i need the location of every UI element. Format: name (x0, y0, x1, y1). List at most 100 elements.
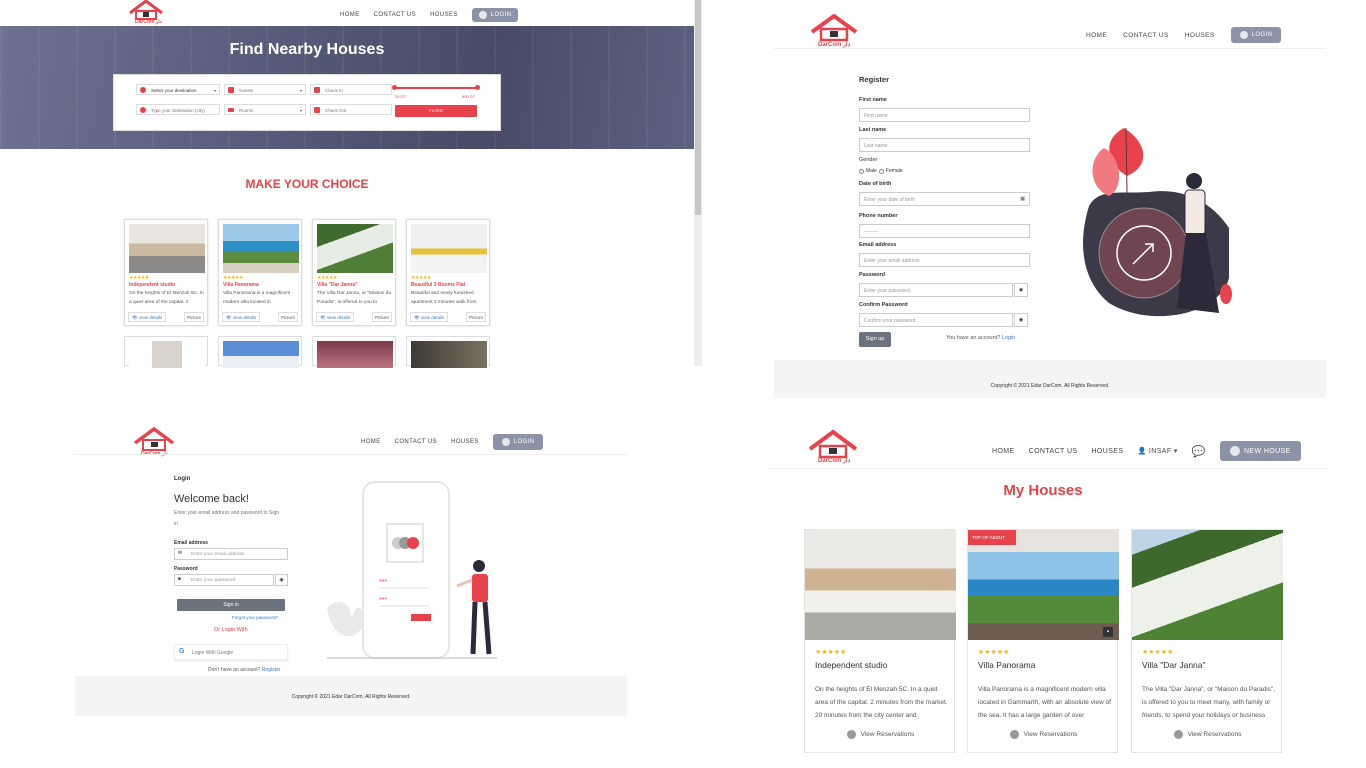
picture-button[interactable]: Picture (184, 312, 204, 322)
password-label: Password (859, 272, 885, 278)
price-slider[interactable] (392, 85, 480, 90)
rating-stars: ★★★★★ (223, 275, 243, 281)
login-subtitle: Enter your email address and password to… (174, 510, 280, 527)
view-details-button[interactable]: 👁 view details (222, 312, 260, 322)
nav-home[interactable]: HOME (1086, 32, 1107, 39)
nav-contact[interactable]: CONTACT US (395, 439, 437, 445)
nav-contact[interactable]: CONTACT US (1123, 32, 1169, 39)
nav-home[interactable]: HOME (340, 12, 360, 18)
map-pin-icon (140, 87, 146, 93)
eye-icon[interactable]: ◉ (1014, 313, 1028, 327)
signup-button[interactable]: Sign up (859, 332, 891, 347)
confirm-password-input[interactable]: Confirm your password (859, 313, 1013, 327)
house-title: Beautiful 3 Rooms Flat (411, 282, 466, 288)
house-photo[interactable] (317, 341, 393, 368)
filter-button[interactable]: FILTER (395, 105, 477, 117)
login-button[interactable]: LOGIN (1230, 27, 1282, 43)
nav-houses[interactable]: HOUSES (1185, 32, 1215, 39)
view-details-button[interactable]: 👁 view details (128, 312, 166, 322)
chat-icon[interactable]: 💬 (1192, 445, 1206, 458)
nav-contact[interactable]: CONTACT US (1029, 448, 1078, 455)
scrollbar[interactable] (694, 0, 702, 366)
house-photo[interactable] (317, 224, 393, 273)
male-radio[interactable] (859, 168, 864, 174)
signin-button[interactable]: Sign in (177, 599, 285, 611)
price-min: 20 DT (395, 94, 406, 99)
rating-stars: ★★★★★ (411, 275, 431, 281)
eye-icon[interactable]: ◉ (275, 574, 288, 586)
phone-input[interactable]: -------- (859, 224, 1030, 238)
nav-houses[interactable]: HOUSES (451, 439, 479, 445)
logo[interactable]: DarCom دار (131, 426, 177, 460)
rooms-select[interactable]: Rooms ▾ (224, 104, 306, 115)
house-photo[interactable] (129, 341, 205, 368)
hero-banner: Find Nearby Houses Select your destinati… (0, 26, 694, 149)
house-desc: Villa Panorama is a magnificent modern v… (978, 686, 1111, 719)
chevron-down-icon: ▾ (213, 88, 216, 93)
eye-icon: 👁 (226, 315, 233, 320)
envelope-icon: ✉ (178, 551, 183, 556)
user-menu[interactable]: 👤 INSAF ▾ (1137, 447, 1177, 455)
nav-houses[interactable]: HOUSES (1091, 448, 1123, 455)
female-radio[interactable] (878, 168, 884, 174)
phone-label: Phone number (859, 213, 898, 219)
email-input[interactable]: Enter your email address (859, 253, 1030, 267)
view-reservations-button[interactable]: View Reservations (1132, 730, 1283, 739)
house-title: Villa "Dar Janna" (317, 282, 358, 288)
page-title: My Houses (1003, 482, 1083, 499)
password-input[interactable]: ■ Enter your password (174, 574, 274, 586)
guests-select[interactable]: Guests ▾ (224, 84, 306, 95)
confirm-label: Confirm Password (859, 302, 908, 308)
nav-contact[interactable]: CONTACT US (374, 12, 416, 18)
house-card (218, 336, 302, 368)
destination-input[interactable]: Type your destination (city) (136, 104, 220, 115)
view-details-button[interactable]: 👁 view details (316, 312, 354, 322)
logo[interactable]: DarCom دار (126, 0, 166, 29)
price-max: 500 DT (462, 94, 476, 99)
login-link[interactable]: Login (1002, 335, 1015, 341)
google-login-button[interactable]: G Login With Google (174, 644, 288, 660)
house-photo[interactable] (411, 224, 487, 273)
eye-icon[interactable]: ◉ (1014, 283, 1028, 297)
rating-stars: ★★★★★ (815, 649, 847, 656)
logo[interactable]: DarCom دار (808, 13, 860, 51)
svg-text:***: *** (379, 597, 387, 604)
house-photo[interactable] (411, 341, 487, 368)
house-photo[interactable] (968, 530, 1119, 640)
picture-button[interactable]: Picture (372, 312, 392, 322)
forgot-password-link[interactable]: Forgot your password? (232, 615, 278, 620)
last-name-input[interactable]: Last name (859, 138, 1030, 152)
new-house-button[interactable]: NEW HOUSE (1219, 441, 1301, 461)
house-photo[interactable] (805, 530, 956, 640)
logo[interactable]: DarCom دار (806, 429, 860, 467)
view-reservations-button[interactable]: View Reservations (805, 730, 956, 739)
password-input[interactable]: Enter your password (859, 283, 1013, 297)
destination-select[interactable]: Select your destination ▾ (136, 84, 220, 95)
view-reservations-button[interactable]: View Reservations (968, 730, 1119, 739)
nav-home[interactable]: HOME (361, 439, 381, 445)
nav-home[interactable]: HOME (992, 448, 1015, 455)
first-name-input[interactable]: First name (859, 108, 1030, 122)
email-input[interactable]: ✉ Enter your email address (174, 548, 288, 560)
dob-input[interactable]: Enter your date of birth ▦ (859, 192, 1030, 206)
welcome-title: Welcome back! (174, 493, 249, 505)
house-photo[interactable] (223, 224, 299, 273)
trash-icon[interactable]: ▪ (1103, 627, 1113, 637)
picture-button[interactable]: Picture (278, 312, 298, 322)
section-title: MAKE YOUR CHOICE (245, 177, 369, 191)
checkout-input[interactable]: Check Out (310, 104, 392, 115)
house-photo[interactable] (1132, 530, 1283, 640)
house-photo[interactable] (129, 224, 205, 273)
login-button[interactable]: LOGIN (471, 8, 519, 22)
search-page: DarCom دار HOME CONTACT US HOUSES LOGIN … (0, 0, 702, 368)
house-title: Villa Panorama (978, 660, 1036, 670)
login-icon (478, 11, 487, 19)
register-link[interactable]: Register (262, 667, 281, 673)
picture-button[interactable]: Picture (466, 312, 486, 322)
login-button[interactable]: LOGIN (492, 434, 544, 450)
email-label: Email address (174, 540, 208, 546)
view-details-button[interactable]: 👁 view details (410, 312, 448, 322)
nav-houses[interactable]: HOUSES (430, 12, 458, 18)
house-photo[interactable] (223, 341, 299, 368)
checkin-input[interactable]: Check In (310, 84, 392, 95)
